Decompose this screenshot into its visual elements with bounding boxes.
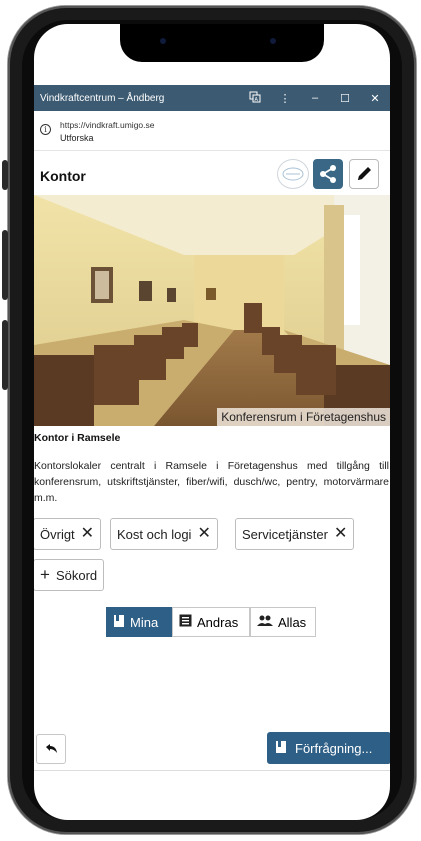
tag-chip-servicetjanster[interactable]: Servicetjänster ✕ (235, 518, 355, 550)
close-icon[interactable]: ✕ (334, 526, 347, 542)
tag-label: Övrigt (40, 526, 75, 542)
svg-text:A: A (255, 97, 259, 103)
tab-allas[interactable]: Allas (250, 607, 316, 637)
tab-mina[interactable]: Mina (106, 607, 172, 637)
phone-side-button (2, 230, 8, 300)
description: Kontorslokaler centralt i Ramsele i Före… (34, 460, 389, 504)
conference-room-image (34, 195, 390, 426)
page-title: Kontor (40, 168, 86, 184)
notch (120, 24, 324, 62)
sensor-dot (160, 38, 166, 44)
tag-chip-ovrigt[interactable]: Övrigt ✕ (34, 518, 102, 550)
info-icon[interactable]: i (40, 124, 51, 135)
section-heading: Kontor i Ramsele (34, 432, 121, 444)
share-icon (320, 165, 336, 183)
minimize-icon[interactable]: – (300, 92, 330, 104)
camera-icon (270, 38, 276, 44)
divider (34, 770, 390, 771)
share-button[interactable] (313, 159, 343, 189)
phone-side-button (2, 320, 8, 390)
tag-label: Kost och logi (117, 526, 192, 542)
close-icon[interactable]: ✕ (360, 92, 390, 105)
request-label: Förfrågning... (295, 740, 373, 756)
pencil-icon (358, 167, 371, 180)
address-bar: i https://vindkraft.umigo.se Utforska (34, 111, 390, 151)
undo-button[interactable] (36, 734, 66, 764)
tab-label: Mina (130, 614, 159, 630)
tag-label: Servicetjänster (242, 526, 328, 542)
close-icon[interactable]: ✕ (81, 526, 94, 542)
phone-side-button (2, 160, 8, 190)
close-icon[interactable]: ✕ (197, 526, 210, 542)
plus-icon: + (40, 565, 50, 584)
maximize-icon[interactable]: ☐ (330, 92, 360, 105)
url-subtitle: Utforska (60, 133, 94, 143)
bookmark-icon (275, 740, 287, 757)
tab-label: Allas (278, 614, 307, 630)
photo-caption: Konferensrum i Företagenshus (217, 408, 390, 426)
people-icon (257, 615, 273, 630)
translate-icon[interactable]: A (240, 91, 270, 106)
room-photo: Konferensrum i Företagenshus (34, 195, 390, 426)
bookmark-icon (113, 614, 125, 631)
add-keyword-label: Sökord (55, 567, 98, 583)
edit-button[interactable] (349, 159, 379, 189)
screen: Vindkraftcentrum – Åndberg A ⋮ – ☐ ✕ i h… (34, 24, 390, 820)
more-vert-icon[interactable]: ⋮ (270, 92, 300, 105)
request-button[interactable]: Förfrågning... (267, 732, 390, 764)
add-keyword-button[interactable]: + Sökord (34, 559, 105, 591)
org-logo-button[interactable] (277, 159, 309, 189)
undo-icon (46, 744, 57, 753)
list-icon (179, 614, 192, 630)
tag-chip-kost-och-logi[interactable]: Kost och logi ✕ (110, 518, 218, 550)
url-text[interactable]: https://vindkraft.umigo.se (60, 120, 155, 130)
window-titlebar: Vindkraftcentrum – Åndberg A ⋮ – ☐ ✕ (34, 85, 390, 111)
tab-andras[interactable]: Andras (172, 607, 250, 637)
tab-label: Andras (197, 614, 239, 630)
window-title: Vindkraftcentrum – Åndberg (40, 92, 165, 104)
